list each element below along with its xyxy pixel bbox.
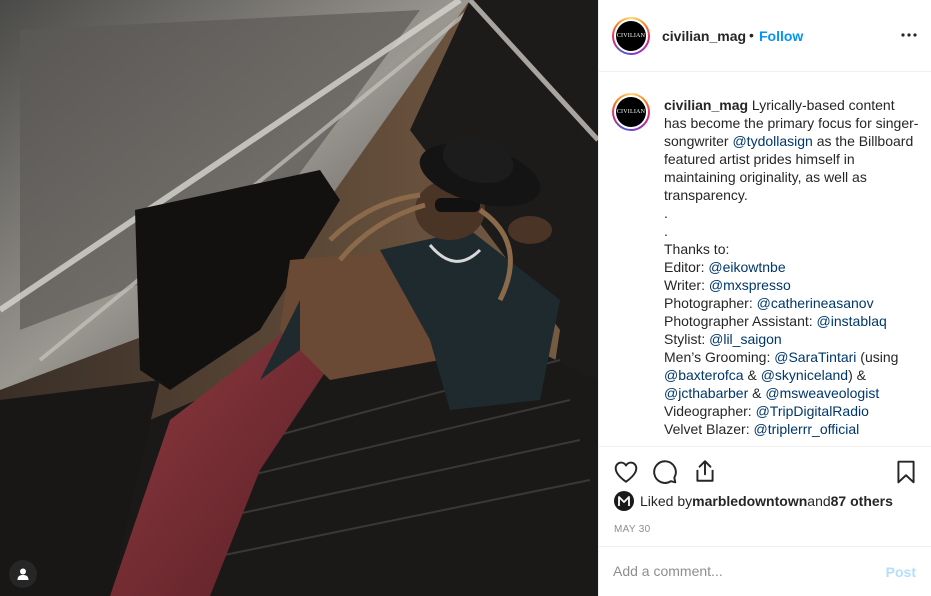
liker-logo-icon — [618, 496, 630, 506]
credit-line: Photographer Assistant: @instablaq — [664, 312, 919, 330]
credit-role: Photographer Assistant: — [664, 313, 817, 329]
caption-avatar[interactable]: CIVILIAN — [616, 97, 646, 127]
liker-avatar[interactable] — [614, 491, 634, 511]
user-silhouette-icon — [17, 568, 29, 580]
mention-link[interactable]: @mxspresso — [709, 277, 791, 293]
comment-input[interactable] — [613, 563, 853, 579]
mention-link[interactable]: @jcthabarber — [664, 385, 748, 401]
heart-icon[interactable] — [613, 459, 639, 485]
story-ring[interactable]: CIVILIAN — [612, 17, 650, 55]
caption-story-ring[interactable]: CIVILIAN — [612, 93, 650, 131]
post-sidebar: CIVILIAN civilian_mag • Follow CIVILIAN … — [598, 0, 931, 596]
credit-line-grooming: Men’s Grooming: @SaraTintari (using @bax… — [664, 348, 919, 402]
mention-link[interactable]: @instablaq — [817, 313, 887, 329]
credit-line: Velvet Blazer: @triplerrr_official — [664, 420, 919, 438]
credit-line: Writer: @mxspresso — [664, 276, 919, 294]
comments-section[interactable]: CIVILIAN civilian_mag Lyrically-based co… — [599, 73, 931, 445]
credit-line: Photographer: @catherineasanov — [664, 294, 919, 312]
caption-text: & — [748, 385, 766, 401]
add-comment-bar: Post — [599, 546, 931, 596]
credit-role: Writer: — [664, 277, 709, 293]
caption-text: ) & — [848, 367, 866, 383]
avatar[interactable]: CIVILIAN — [616, 21, 646, 51]
mention-link[interactable]: @eikowtnbe — [708, 259, 785, 275]
mention-link[interactable]: @tydollasign — [732, 133, 812, 149]
post-header: CIVILIAN civilian_mag • Follow — [599, 0, 931, 72]
credit-role: Velvet Blazer: — [664, 421, 754, 437]
more-options-icon[interactable] — [900, 26, 918, 44]
credit-line: Stylist: @lil_saigon — [664, 330, 919, 348]
credit-role: Videographer: — [664, 403, 756, 419]
credit-role: Photographer: — [664, 295, 757, 311]
post-date[interactable]: MAY 30 — [614, 524, 650, 535]
follow-button[interactable]: Follow — [759, 28, 803, 44]
caption-intro: civilian_mag Lyrically-based content has… — [664, 96, 919, 204]
caption-username[interactable]: civilian_mag — [664, 97, 748, 113]
mention-link[interactable]: @catherineasanov — [757, 295, 874, 311]
mention-link[interactable]: @msweaveologist — [765, 385, 879, 401]
mention-link[interactable]: @SaraTintari — [774, 349, 856, 365]
likes-prefix: Liked by — [640, 493, 693, 509]
comment-icon[interactable] — [652, 459, 678, 485]
credit-line: Editor: @eikowtnbe — [664, 258, 919, 276]
photo-illustration — [0, 0, 598, 596]
header-username[interactable]: civilian_mag — [662, 28, 746, 44]
mention-link[interactable]: @baxterofca — [664, 367, 744, 383]
post-caption: civilian_mag Lyrically-based content has… — [664, 96, 919, 438]
caption-dot: . — [664, 223, 668, 239]
likes-others-link[interactable]: 87 others — [831, 493, 893, 509]
likes-summary: Liked by marbledowntown and 87 others — [614, 491, 893, 511]
caption-text: & — [743, 367, 761, 383]
likes-middle: and — [807, 493, 831, 509]
credit-line: Videographer: @TripDigitalRadio — [664, 402, 919, 420]
share-icon[interactable] — [692, 458, 718, 484]
mention-link[interactable]: @triplerrr_official — [754, 421, 860, 437]
thanks-heading: Thanks to: — [664, 241, 730, 257]
user-tag-icon[interactable] — [9, 560, 37, 588]
post-modal: CIVILIAN civilian_mag • Follow CIVILIAN … — [0, 0, 931, 596]
credit-role: Editor: — [664, 259, 709, 275]
caption-avatar-logo-text: CIVILIAN — [616, 109, 646, 115]
bookmark-icon[interactable] — [893, 459, 919, 485]
post-photo[interactable] — [0, 0, 598, 596]
mention-link[interactable]: @TripDigitalRadio — [756, 403, 869, 419]
post-comment-button[interactable]: Post — [886, 564, 916, 580]
liker-username[interactable]: marbledowntown — [692, 493, 807, 509]
credit-role: Stylist: — [664, 331, 710, 347]
credit-role: Men’s Grooming: — [664, 349, 775, 365]
mention-link[interactable]: @skyniceland — [761, 367, 848, 383]
caption-dot: . — [664, 205, 668, 221]
caption-text: (using — [856, 349, 899, 365]
separator-dot: • — [749, 27, 754, 43]
post-actions: Liked by marbledowntown and 87 others MA… — [599, 446, 931, 546]
avatar-logo-text: CIVILIAN — [616, 33, 646, 39]
mention-link[interactable]: @lil_saigon — [709, 331, 782, 347]
